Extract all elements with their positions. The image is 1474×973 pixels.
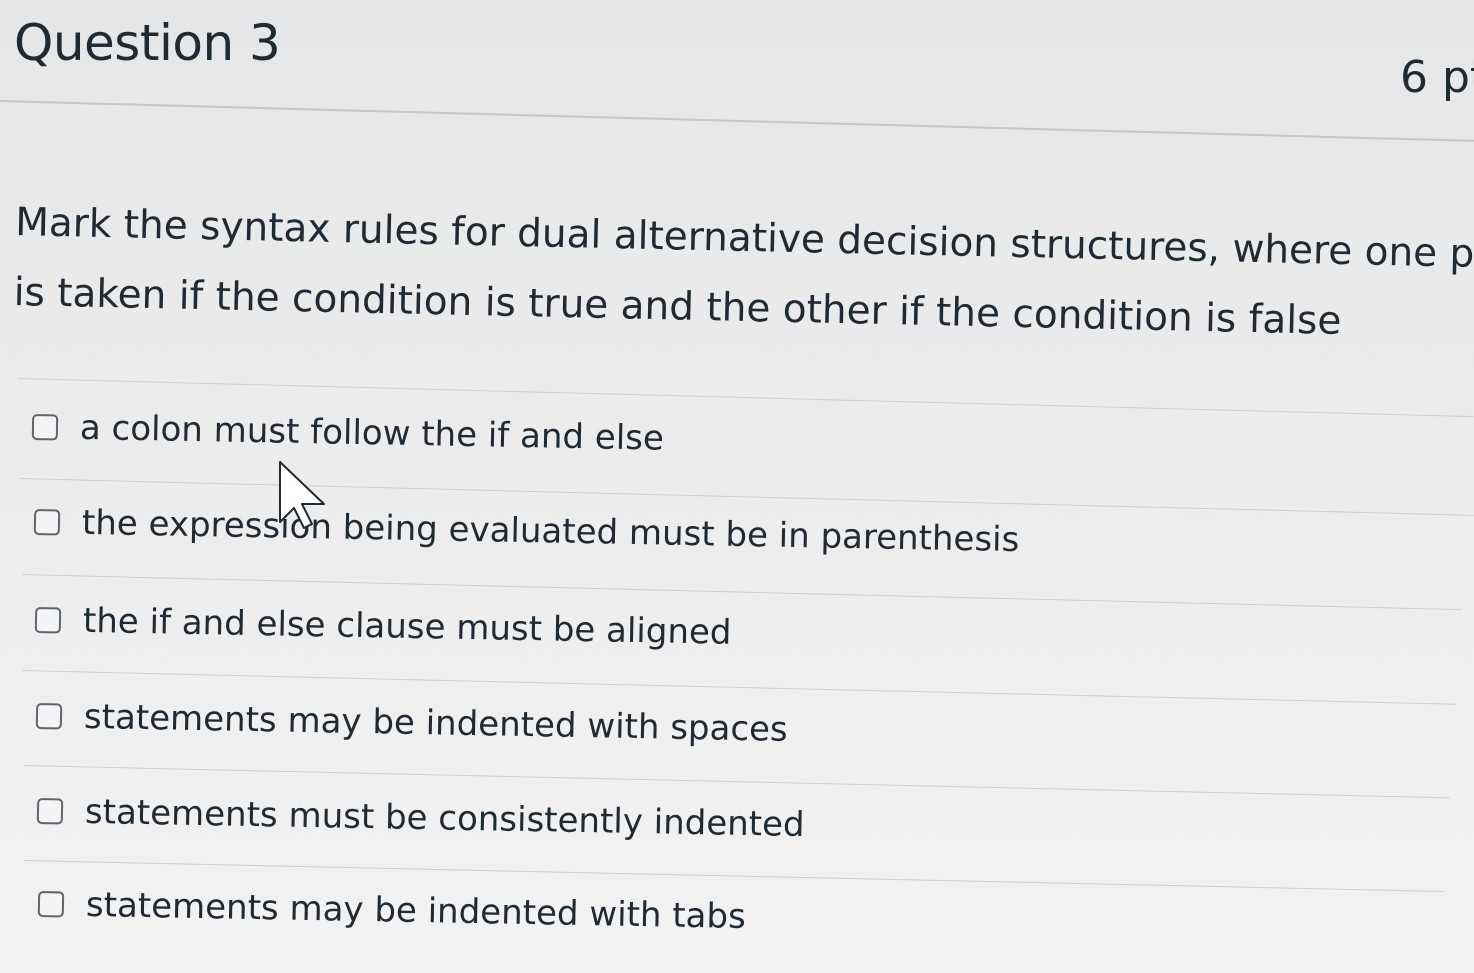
answer-option[interactable]: statements may be indented with tabs: [37, 884, 747, 937]
answer-option[interactable]: the if and else clause must be aligned: [34, 600, 732, 653]
answer-option[interactable]: the expression being evaluated must be i…: [33, 502, 1020, 561]
checkbox-icon[interactable]: [33, 509, 61, 536]
option-label: the expression being evaluated must be i…: [81, 502, 1020, 561]
option-label: the if and else clause must be aligned: [82, 600, 732, 653]
option-divider: [23, 765, 1450, 799]
option-label: statements may be indented with tabs: [85, 884, 747, 937]
checkbox-icon[interactable]: [35, 703, 63, 730]
mouse-pointer-icon: [279, 461, 325, 529]
question-header: Question 3 6 pt: [0, 0, 1474, 144]
answer-option[interactable]: statements must be consistently indented: [36, 791, 805, 846]
answer-option[interactable]: a colon must follow the if and else: [31, 407, 665, 459]
answer-option[interactable]: statements may be indented with spaces: [35, 696, 789, 750]
option-label: a colon must follow the if and else: [79, 407, 665, 459]
question-title: Question 3: [14, 14, 281, 72]
checkbox-icon[interactable]: [31, 414, 59, 441]
checkbox-icon[interactable]: [37, 891, 65, 918]
question-prompt: Mark the syntax rules for dual alternati…: [13, 199, 1474, 344]
checkbox-icon[interactable]: [36, 798, 64, 825]
option-label: statements may be indented with spaces: [83, 696, 789, 750]
question-points: 6 pt: [1400, 52, 1474, 103]
option-label: statements must be consistently indented: [84, 791, 805, 846]
checkbox-icon[interactable]: [34, 607, 62, 634]
header-divider: [0, 100, 1474, 144]
